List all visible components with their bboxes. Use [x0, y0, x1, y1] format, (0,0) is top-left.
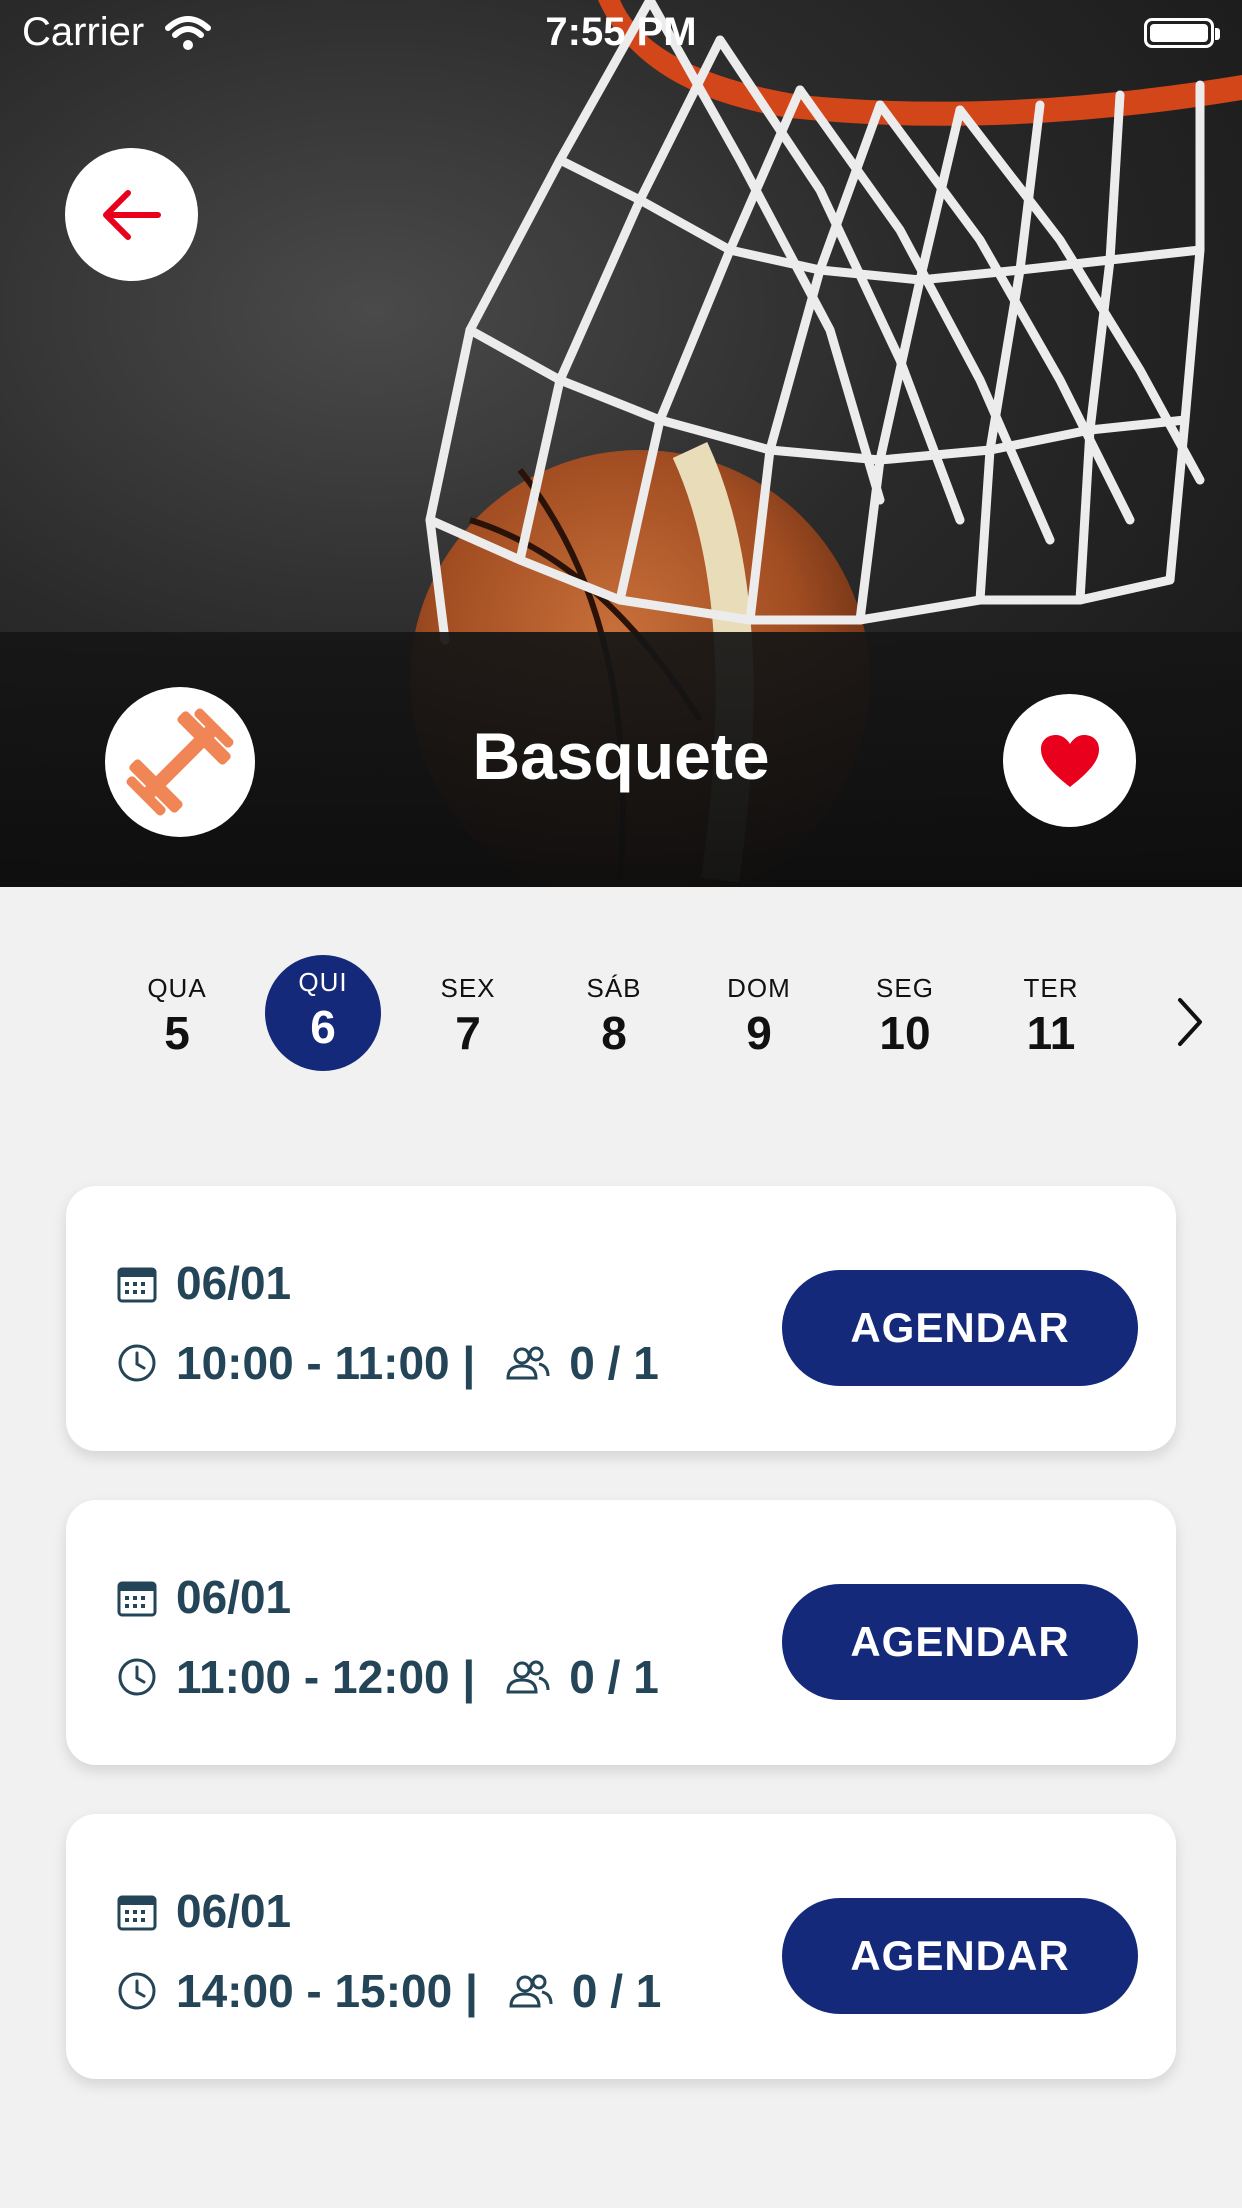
slot-time-row: 14:00 - 15:00 | 0 / 1 — [116, 1964, 661, 2018]
day-item[interactable]: TER 11 — [993, 955, 1109, 1071]
chevron-right-icon[interactable] — [1170, 992, 1210, 1052]
day-number: 5 — [164, 1007, 190, 1059]
clock-icon — [118, 1972, 156, 2010]
day-name: DOM — [727, 973, 791, 1003]
slot-date: 06/01 — [176, 1257, 292, 1309]
back-button[interactable] — [65, 148, 198, 281]
slot-time: 14:00 - 15:00 | — [176, 1965, 478, 2017]
calendar-icon — [117, 1267, 157, 1303]
slot-time-row: 11:00 - 12:00 | 0 / 1 — [116, 1650, 659, 1704]
arrow-left-icon — [102, 189, 161, 240]
day-item[interactable]: QUA 5 — [119, 955, 235, 1071]
battery-icon — [1144, 18, 1220, 48]
users-icon — [506, 1660, 550, 1694]
day-name: SÁB — [586, 973, 642, 1003]
day-name: QUI — [298, 967, 348, 997]
slot-capacity: 0 / 1 — [569, 1337, 659, 1389]
day-number: 9 — [746, 1007, 772, 1059]
favorite-button[interactable] — [1003, 694, 1136, 827]
slot-date: 06/01 — [176, 1885, 292, 1937]
day-name: SEG — [876, 973, 934, 1003]
calendar-icon — [117, 1581, 157, 1617]
day-number: 10 — [879, 1007, 931, 1059]
slot-capacity: 0 / 1 — [571, 1965, 662, 2017]
clock: 7:55 PM — [545, 10, 697, 54]
day-item[interactable]: SÁB 8 — [556, 955, 672, 1071]
day-number: 8 — [601, 1007, 627, 1059]
slot-card: 06/01 11:00 - 12:00 | 0 / 1 AGENDAR — [66, 1500, 1176, 1765]
slot-card: 06/01 14:00 - 15:00 | 0 / 1 AGENDAR — [66, 1814, 1176, 2079]
clock-icon — [118, 1344, 156, 1382]
day-number: 7 — [455, 1007, 481, 1059]
day-name: SEX — [440, 973, 496, 1003]
users-icon — [509, 1974, 553, 2008]
day-item[interactable]: SEX 7 — [410, 955, 526, 1071]
users-icon — [506, 1346, 550, 1380]
slot-date: 06/01 — [176, 1571, 292, 1623]
calendar-icon — [117, 1895, 157, 1931]
day-item[interactable]: DOM 9 — [701, 955, 817, 1071]
slot-date-row: 06/01 — [116, 1256, 291, 1310]
slot-date-row: 06/01 — [116, 1570, 291, 1624]
day-item[interactable]: SEG 10 — [847, 955, 963, 1071]
day-name: TER — [1023, 973, 1079, 1003]
slot-date-row: 06/01 — [116, 1884, 291, 1938]
clock-icon — [118, 1658, 156, 1696]
agendar-button[interactable]: AGENDAR — [782, 1898, 1138, 2014]
slot-time: 10:00 - 11:00 | — [176, 1337, 476, 1389]
agendar-button[interactable]: AGENDAR — [782, 1270, 1138, 1386]
slot-card: 06/01 10:00 - 11:00 | 0 / 1 AGENDAR — [66, 1186, 1176, 1451]
day-number: 11 — [1026, 1007, 1076, 1059]
day-name: QUA — [147, 973, 207, 1003]
heart-icon — [1040, 734, 1099, 787]
day-selector: QUA 5 QUI 6 SEX 7 SÁB 8 DOM 9 SEG 10 TER… — [0, 940, 1242, 1090]
slot-capacity: 0 / 1 — [569, 1651, 659, 1703]
day-item-selected[interactable]: QUI 6 — [265, 955, 381, 1071]
status-bar: Carrier 7:55 PM — [0, 0, 1242, 66]
slot-time-row: 10:00 - 11:00 | 0 / 1 — [116, 1336, 659, 1390]
agendar-button[interactable]: AGENDAR — [782, 1584, 1138, 1700]
slot-time: 11:00 - 12:00 | — [176, 1651, 476, 1703]
day-number: 6 — [310, 1001, 336, 1053]
